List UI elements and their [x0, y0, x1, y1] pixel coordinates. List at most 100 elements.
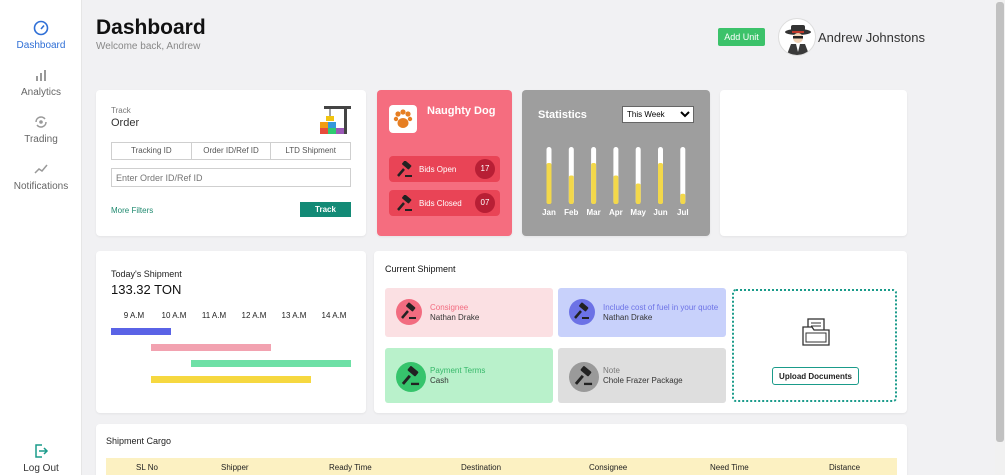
- sidebar-item-dashboard[interactable]: Dashboard: [0, 20, 82, 51]
- payment-terms-tile[interactable]: Payment Terms Cash: [385, 348, 553, 403]
- bids-closed-label: Bids Closed: [419, 199, 462, 208]
- note-tile[interactable]: Note Chole Frazer Package: [558, 348, 726, 403]
- stat-bar-apr[interactable]: [613, 175, 619, 205]
- scrollbar-thumb[interactable]: [996, 2, 1004, 442]
- cargo-table-header: SL No Shipper Ready Time Destination Con…: [106, 458, 897, 475]
- stat-month-label: Jul: [677, 208, 689, 217]
- current-shipment-title: Current Shipment: [385, 264, 456, 274]
- welcome-subtitle: Welcome back, Andrew: [96, 41, 201, 52]
- time-label: 14 A.M: [322, 311, 347, 320]
- stat-bar-may[interactable]: [635, 183, 641, 204]
- consignee-label: Consignee: [430, 303, 469, 312]
- stat-month-label: Jun: [653, 208, 667, 217]
- scrollbar[interactable]: [995, 0, 1005, 475]
- sidebar-item-label: Analytics: [20, 87, 61, 98]
- timeline-bar[interactable]: [191, 360, 351, 367]
- crane-cargo-icon: [320, 106, 351, 134]
- time-label: 12 A.M: [242, 311, 267, 320]
- user-name: Andrew Johnstons: [818, 30, 925, 45]
- stat-month-label: Feb: [564, 208, 578, 217]
- column-header[interactable]: Need Time: [710, 463, 749, 472]
- timeline-bar[interactable]: [151, 376, 311, 383]
- shipment-cargo-title: Shipment Cargo: [106, 436, 172, 446]
- logout-icon: [35, 444, 49, 458]
- sidebar-item-notifications[interactable]: Notifications: [0, 161, 82, 192]
- logout-button[interactable]: Log Out: [0, 443, 82, 474]
- timeline-bar[interactable]: [151, 344, 271, 351]
- column-header[interactable]: Shipper: [221, 463, 249, 472]
- column-header[interactable]: Ready Time: [329, 463, 372, 472]
- shipment-timeline: 9 A.M 10 A.M 11 A.M 12 A.M 13 A.M 14 A.M: [111, 311, 351, 383]
- upload-documents-button[interactable]: Upload Documents: [772, 367, 859, 385]
- column-header[interactable]: SL No: [136, 463, 158, 472]
- stat-bar-jul[interactable]: [680, 193, 686, 204]
- tab-order-ref-id[interactable]: Order ID/Ref ID: [192, 143, 272, 159]
- sidebar: Dashboard Analytics Trading Notification…: [0, 0, 82, 475]
- folder-documents-icon: [802, 318, 830, 346]
- stat-bar-feb[interactable]: [568, 175, 574, 205]
- refresh-icon: [35, 116, 47, 128]
- logout-label: Log Out: [23, 463, 59, 474]
- column-header[interactable]: Consignee: [589, 463, 627, 472]
- fuel-cost-label: Include cost of fuel in your quote: [603, 303, 719, 312]
- gauge-icon: [33, 20, 49, 36]
- stat-month-label: Apr: [609, 208, 623, 217]
- empty-card: [720, 90, 907, 236]
- tab-tracking-id[interactable]: Tracking ID: [112, 143, 192, 159]
- stat-month-label: Mar: [586, 208, 600, 217]
- avatar[interactable]: [778, 18, 816, 56]
- statistics-bars: Jan Feb Mar Apr May Jun Jul: [542, 147, 689, 217]
- time-label: 10 A.M: [162, 311, 187, 320]
- paw-logo-icon: [389, 105, 417, 133]
- time-label: 11 A.M: [202, 311, 227, 320]
- sidebar-item-trading[interactable]: Trading: [0, 114, 82, 145]
- fuel-cost-value: Nathan Drake: [603, 313, 653, 322]
- time-label: 13 A.M: [282, 311, 307, 320]
- track-button[interactable]: Track: [300, 202, 351, 217]
- stat-month-label: May: [630, 208, 646, 217]
- stat-month-label: Jan: [542, 208, 556, 217]
- track-order-card: Track Order Tracking ID Order ID/Ref ID …: [96, 90, 366, 236]
- stat-bar-jun[interactable]: [658, 162, 663, 204]
- sidebar-item-analytics[interactable]: Analytics: [0, 67, 82, 98]
- tab-ltd-shipment[interactable]: LTD Shipment: [271, 143, 350, 159]
- consignee-tile[interactable]: Consignee Nathan Drake: [385, 288, 553, 337]
- shipment-cargo-card: Shipment Cargo SL No Shipper Ready Time …: [96, 424, 907, 475]
- todays-shipment-card: Today's Shipment 133.32 TON 9 A.M 10 A.M 1…: [96, 251, 366, 413]
- column-header[interactable]: Distance: [829, 463, 860, 472]
- current-shipment-card: Current Shipment Consignee Nathan Drake …: [374, 251, 907, 413]
- consignee-value: Nathan Drake: [430, 313, 480, 322]
- more-filters-link[interactable]: More Filters: [111, 206, 153, 215]
- sidebar-item-label: Notifications: [13, 181, 69, 192]
- bids-open-count: 17: [475, 159, 495, 179]
- order-id-input[interactable]: [111, 168, 351, 187]
- stat-bar-jan[interactable]: [546, 162, 552, 204]
- page-title: Dashboard: [96, 16, 206, 39]
- company-name: Naughty Dog: [427, 105, 496, 117]
- time-label: 9 A.M: [124, 311, 145, 320]
- note-value: Chole Frazer Package: [603, 376, 683, 385]
- company-card: Naughty Dog Bids Open 17 Bids Closed 07: [377, 90, 512, 236]
- payment-terms-value: Cash: [430, 376, 449, 385]
- stat-bar-mar[interactable]: [591, 162, 597, 204]
- track-title: Order: [111, 117, 140, 129]
- payment-terms-label: Payment Terms: [430, 366, 486, 375]
- bids-open-row[interactable]: Bids Open 17: [389, 156, 500, 182]
- sidebar-item-label: Trading: [24, 134, 58, 145]
- sidebar-item-label: Dashboard: [16, 40, 66, 51]
- gavel-icon: [397, 195, 412, 211]
- track-tabs: Tracking ID Order ID/Ref ID LTD Shipment: [111, 142, 351, 160]
- bids-closed-count: 07: [475, 193, 495, 213]
- spy-avatar-icon: [785, 25, 811, 55]
- gavel-icon: [396, 362, 426, 392]
- add-unit-button[interactable]: Add Unit: [718, 28, 765, 46]
- bar-chart-icon: [36, 70, 46, 81]
- gavel-icon: [397, 161, 412, 177]
- column-header[interactable]: Destination: [461, 463, 501, 472]
- timeline-bar[interactable]: [111, 328, 171, 335]
- note-label: Note: [603, 366, 620, 375]
- bids-closed-row[interactable]: Bids Closed 07: [389, 190, 500, 216]
- fuel-cost-tile[interactable]: Include cost of fuel in your quote Natha…: [558, 288, 726, 337]
- upload-dropzone[interactable]: Upload Documents: [732, 289, 897, 402]
- trend-icon: [34, 164, 48, 174]
